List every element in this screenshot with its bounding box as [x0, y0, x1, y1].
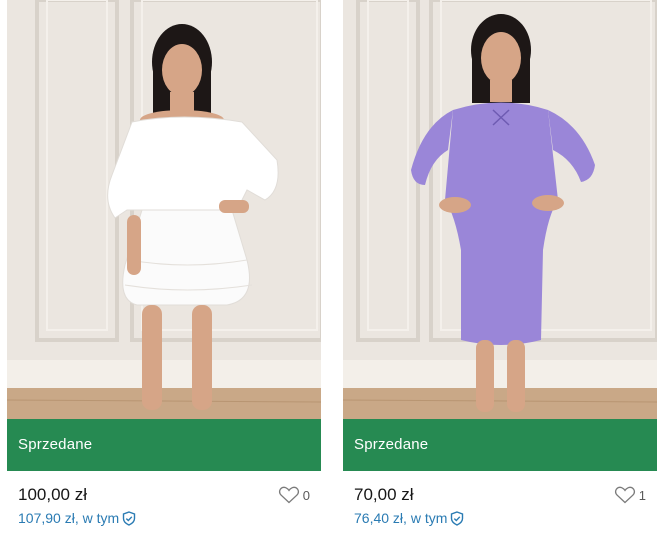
- sold-status-bar: Sprzedane: [343, 419, 657, 471]
- heart-icon: [278, 486, 300, 504]
- white-dress-photo-illustration: [7, 0, 321, 419]
- price-with-protection-text: 107,90 zł, w tym: [18, 510, 120, 526]
- item-photo[interactable]: [7, 0, 321, 419]
- item-photo[interactable]: [343, 0, 657, 419]
- item-price: 100,00 zł: [18, 485, 87, 504]
- listing-card[interactable]: Sprzedane 70,00 zł 76,40 zł, w tym 1: [343, 0, 657, 533]
- price-with-protection[interactable]: 76,40 zł, w tym: [354, 510, 464, 526]
- sold-label: Sprzedane: [354, 436, 429, 453]
- favorite-button[interactable]: 0: [278, 486, 310, 504]
- listing-card[interactable]: Sprzedane 100,00 zł 107,90 zł, w tym 0: [7, 0, 321, 533]
- price-with-protection[interactable]: 107,90 zł, w tym: [18, 510, 136, 526]
- sold-status-bar: Sprzedane: [7, 419, 321, 471]
- favorite-count: 0: [302, 487, 310, 503]
- favorite-count: 1: [638, 487, 646, 503]
- lilac-dress-photo-illustration: [343, 0, 657, 419]
- shield-icon[interactable]: [122, 510, 136, 526]
- favorite-button[interactable]: 1: [614, 486, 646, 504]
- heart-icon: [614, 486, 636, 504]
- shield-icon[interactable]: [450, 510, 464, 526]
- price-with-protection-text: 76,40 zł, w tym: [354, 510, 448, 526]
- item-price: 70,00 zł: [354, 485, 414, 504]
- sold-label: Sprzedane: [18, 436, 93, 453]
